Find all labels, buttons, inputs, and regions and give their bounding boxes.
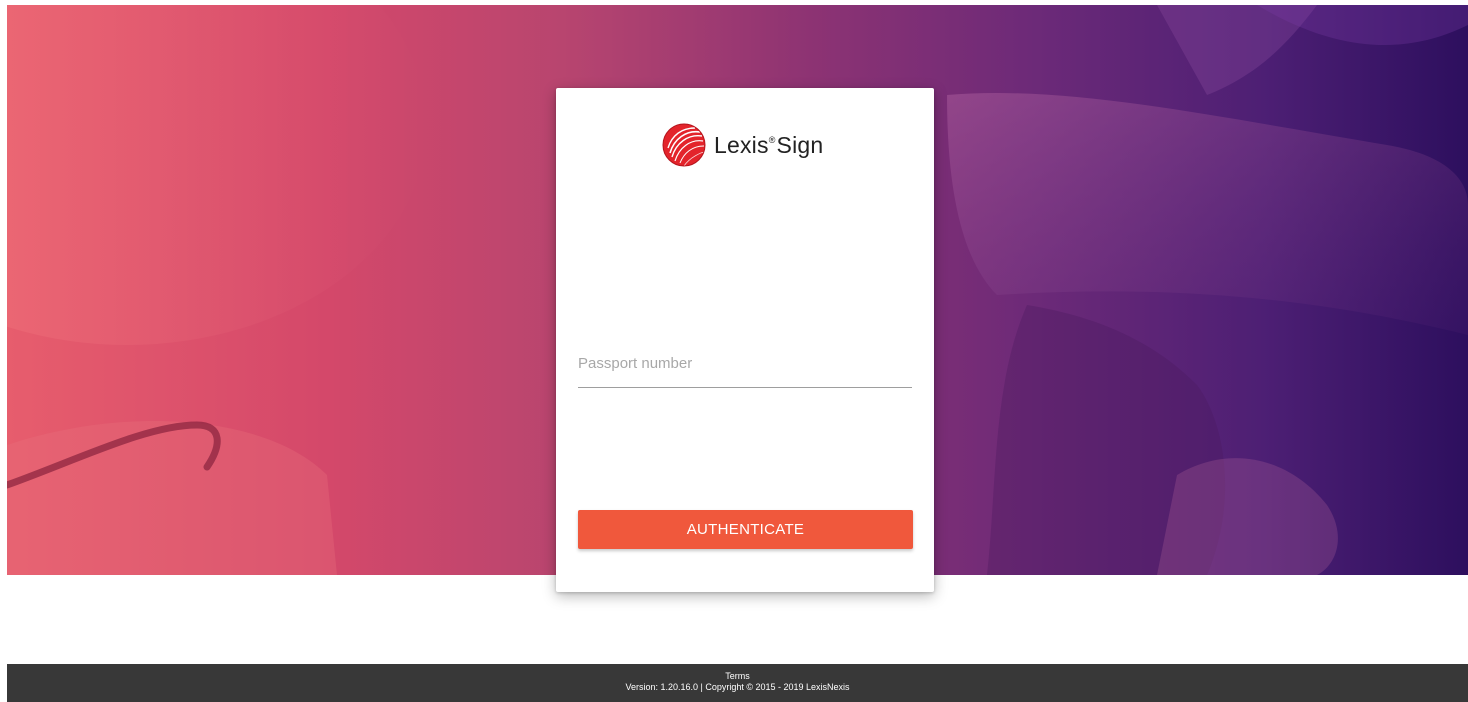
product-name: Sign xyxy=(776,131,824,158)
footer: Terms Version: 1.20.16.0 | Copyright © 2… xyxy=(7,664,1468,702)
version-copyright: Version: 1.20.16.0 | Copyright © 2015 - … xyxy=(625,682,850,692)
login-card: Lexis®Sign AUTHENTICATE xyxy=(556,88,934,592)
lexisnexis-sphere-icon xyxy=(662,123,706,167)
terms-link[interactable]: Terms xyxy=(7,671,1468,682)
brand-logo: Lexis ® Sign xyxy=(662,122,823,168)
passport-number-input[interactable] xyxy=(578,344,912,388)
brand-wordmark: Lexis ® Sign xyxy=(714,132,823,159)
brand-name: Lexis xyxy=(714,131,769,158)
page: Lexis®Sign AUTHENTICATE Terms Version: 1… xyxy=(0,0,1468,702)
passport-field xyxy=(578,344,912,392)
registered-mark: ® xyxy=(768,134,776,145)
authenticate-button[interactable]: AUTHENTICATE xyxy=(578,510,913,549)
